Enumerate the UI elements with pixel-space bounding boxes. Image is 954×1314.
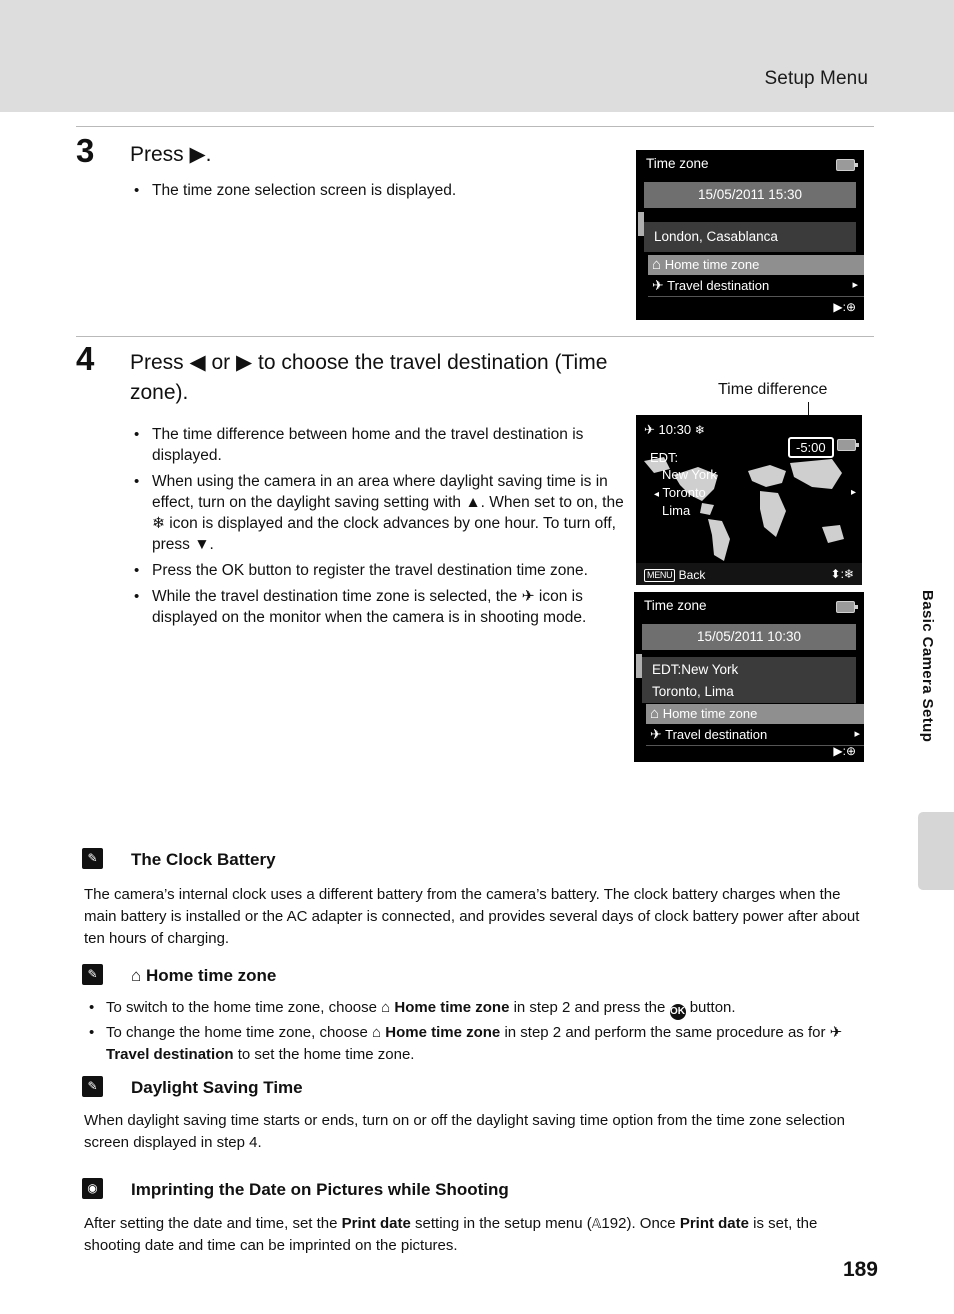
- screen-footer: ⬍:❄: [830, 567, 854, 581]
- row-home-time-zone[interactable]: ⌂ Home time zone: [648, 255, 864, 275]
- chevron-right-icon: ▸: [854, 728, 860, 740]
- back-control[interactable]: MENU Back: [644, 568, 705, 582]
- city-3: Lima: [662, 503, 691, 518]
- step-4-title: Press ◀ or ▶ to choose the travel destin…: [130, 351, 608, 404]
- list-item: The time zone selection screen is displa…: [130, 180, 596, 201]
- battery-icon: [836, 159, 858, 171]
- back-label: Back: [678, 568, 706, 582]
- step-4-number: 4: [76, 340, 95, 377]
- zone-code: EDT:: [650, 450, 679, 465]
- home-icon: ⌂: [650, 705, 660, 722]
- note-bullets-home-time-zone: To switch to the home time zone, choose …: [84, 997, 876, 1068]
- list-item: When using the camera in an area where d…: [130, 471, 640, 555]
- step-3-bullets: The time zone selection screen is displa…: [130, 180, 596, 201]
- pencil-icon: ✎: [82, 964, 103, 985]
- step-divider-1: [76, 336, 874, 337]
- home-icon: ⌂: [372, 1024, 382, 1041]
- section-tab: Basic Camera Setup: [914, 590, 954, 890]
- row-travel-destination[interactable]: ✈ Travel destination ▸: [648, 276, 864, 297]
- list-item: To change the home time zone, choose ⌂ H…: [84, 1022, 876, 1066]
- city-row: London, Casablanca: [644, 222, 856, 252]
- note-body-imprinting-date: After setting the date and time, set the…: [84, 1215, 818, 1254]
- pencil-icon: ✎: [82, 1076, 103, 1097]
- battery-icon: [836, 601, 858, 613]
- travel-time: 10:30: [658, 422, 692, 437]
- date-band: 15/05/2011 15:30: [644, 182, 856, 208]
- home-icon: ⌂: [381, 999, 391, 1016]
- list-item: Press the OK button to register the trav…: [130, 560, 640, 581]
- section-tab-label: Basic Camera Setup: [919, 590, 936, 743]
- note-heading-daylight-saving: Daylight Saving Time: [131, 1078, 303, 1097]
- ok-button-icon: OK: [669, 1004, 686, 1020]
- section-tab-marker: [918, 812, 954, 890]
- camera-icon: ◉: [82, 1178, 103, 1199]
- note-heading-imprinting-date: Imprinting the Date on Pictures while Sh…: [131, 1180, 509, 1199]
- airplane-icon: ✈: [650, 726, 662, 742]
- menu-badge: MENU: [644, 569, 676, 582]
- chevron-left-icon: ◂: [654, 489, 660, 500]
- row-travel-destination[interactable]: ✈ Travel destination ▸: [646, 725, 864, 746]
- step-3-number: 3: [76, 132, 95, 169]
- annotation-time-difference: Time difference: [718, 381, 828, 398]
- time-difference-value: -5:00: [788, 437, 834, 458]
- note-body-daylight-saving: When daylight saving time starts or ends…: [84, 1112, 845, 1151]
- note-heading-clock-battery: The Clock Battery: [131, 850, 276, 869]
- page-header-band: [0, 0, 954, 112]
- screen-footer: ▶:⊕: [833, 744, 856, 758]
- row-home-label: Home time zone: [664, 257, 760, 272]
- city-2-selected: ◂ Toronto: [654, 485, 706, 500]
- city-line-1: EDT:New York: [652, 662, 739, 677]
- home-icon: ⌂: [652, 256, 662, 273]
- manual-page: Setup Menu Basic Camera Setup 3 Press ▶.…: [0, 0, 954, 1314]
- screen-time-zone-travel: Time zone 15/05/2011 10:30 EDT:New York …: [634, 592, 864, 762]
- header-divider: [76, 126, 874, 127]
- book-icon: 𝔸: [591, 1216, 602, 1231]
- list-item: To switch to the home time zone, choose …: [84, 997, 876, 1020]
- step-4-bullets: The time difference between home and the…: [130, 424, 640, 628]
- step-3-title: Press ▶.: [130, 143, 212, 166]
- screen-title: Time zone: [646, 156, 709, 171]
- step-4: 4 Press ◀ or ▶ to choose the travel dest…: [76, 340, 636, 633]
- date-band: 15/05/2011 10:30: [642, 624, 856, 650]
- row-home-time-zone[interactable]: ⌂ Home time zone: [646, 704, 864, 724]
- chevron-right-icon: ▸: [852, 279, 858, 291]
- travel-time-readout: ✈ 10:30 ❄: [644, 422, 705, 438]
- city-rows: EDT:New York Toronto, Lima: [642, 657, 856, 703]
- screen-travel-map: ✈ 10:30 ❄ -5:00 EDT: New York ◂ Toronto …: [636, 415, 862, 585]
- screen-time-zone-home: Time zone 15/05/2011 15:30 London, Casab…: [636, 150, 864, 320]
- home-icon: ⌂: [131, 966, 142, 985]
- pencil-icon: ✎: [82, 848, 103, 869]
- step-3: 3 Press ▶. The time zone selection scree…: [76, 132, 596, 206]
- airplane-icon: ✈: [829, 1024, 843, 1041]
- airplane-icon: ✈: [644, 422, 655, 437]
- city-line-2: Toronto, Lima: [652, 684, 734, 699]
- page-number: 189: [842, 1258, 878, 1281]
- city-1: New York: [662, 467, 717, 482]
- airplane-icon: ✈: [652, 277, 664, 293]
- row-travel-label: Travel destination: [665, 727, 768, 742]
- list-item: The time difference between home and the…: [130, 424, 640, 466]
- battery-icon: [837, 439, 859, 451]
- screen-title: Time zone: [644, 598, 707, 613]
- row-travel-label: Travel destination: [667, 278, 770, 293]
- note-heading-home-time-zone: ⌂ Home time zone: [131, 966, 277, 985]
- page-title: Setup Menu: [764, 68, 868, 89]
- row-home-label: Home time zone: [662, 706, 758, 721]
- note-body-clock-battery: The camera’s internal clock uses a diffe…: [84, 886, 860, 947]
- snowflake-icon: ❄: [694, 423, 705, 437]
- screen-footer: ▶:⊕: [833, 300, 856, 314]
- chevron-right-icon: ▸: [850, 487, 856, 498]
- list-item: While the travel destination time zone i…: [130, 586, 640, 628]
